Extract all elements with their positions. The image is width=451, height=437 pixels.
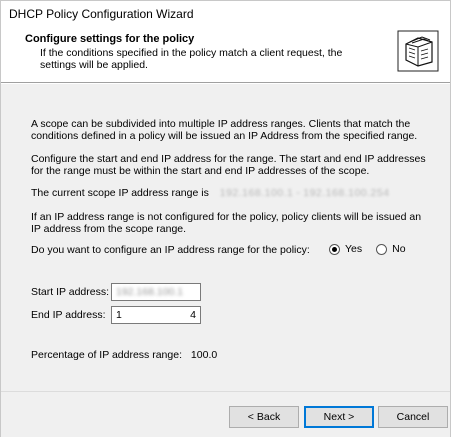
percentage-label: Percentage of IP address range: bbox=[31, 349, 182, 361]
radio-yes[interactable]: Yes bbox=[329, 243, 362, 255]
scope-range-label: The current scope IP address range is bbox=[31, 187, 209, 199]
percentage-value: 100.0 bbox=[190, 349, 218, 361]
wizard-body: A scope can be subdivided into multiple … bbox=[1, 84, 450, 391]
wizard-header: Configure settings for the policy If the… bbox=[1, 27, 450, 83]
start-ip-row: Start IP address: 192.168.100.1 bbox=[31, 283, 201, 301]
scope-range-text: The current scope IP address range is 19… bbox=[31, 187, 431, 199]
scope-range-separator: - bbox=[296, 187, 301, 199]
wizard-window: DHCP Policy Configuration Wizard Configu… bbox=[0, 0, 451, 437]
radio-yes-indicator[interactable] bbox=[329, 243, 340, 255]
no-range-text: If an IP address range is not configured… bbox=[31, 211, 422, 235]
end-ip-input[interactable]: 1 4 bbox=[111, 306, 201, 324]
range-radio-group: Yes No bbox=[329, 243, 420, 255]
end-ip-label: End IP address: bbox=[31, 309, 106, 321]
start-ip-label: Start IP address: bbox=[31, 286, 110, 298]
header-subtitle: If the conditions specified in the polic… bbox=[40, 47, 343, 71]
end-ip-row: End IP address: 1 4 bbox=[31, 306, 201, 324]
folder-documents-icon bbox=[397, 30, 439, 72]
next-button[interactable]: Next > bbox=[304, 406, 374, 428]
start-ip-input[interactable]: 192.168.100.1 bbox=[111, 283, 201, 301]
wizard-footer: < Back Next > Cancel bbox=[1, 391, 450, 437]
percentage-row: Percentage of IP address range: 100.0 bbox=[31, 349, 431, 361]
title-bar: DHCP Policy Configuration Wizard bbox=[1, 1, 450, 27]
back-button[interactable]: < Back bbox=[229, 406, 299, 428]
end-ip-value-end: 4 bbox=[190, 309, 196, 321]
radio-yes-label: Yes bbox=[345, 243, 363, 255]
scope-range-end: 192.168.100.254 bbox=[303, 187, 390, 199]
header-title: Configure settings for the policy bbox=[25, 33, 195, 45]
intro-text: A scope can be subdivided into multiple … bbox=[31, 118, 418, 142]
window-title: DHCP Policy Configuration Wizard bbox=[9, 7, 194, 21]
cancel-button[interactable]: Cancel bbox=[378, 406, 448, 428]
radio-no-indicator[interactable] bbox=[376, 243, 388, 255]
start-ip-value: 192.168.100.1 bbox=[116, 286, 184, 298]
radio-no[interactable]: No bbox=[376, 243, 406, 255]
configure-text: Configure the start and end IP address f… bbox=[31, 153, 426, 177]
scope-range-start: 192.168.100.1 bbox=[219, 187, 294, 199]
radio-no-label: No bbox=[392, 243, 406, 255]
end-ip-value-start: 1 bbox=[116, 309, 122, 321]
